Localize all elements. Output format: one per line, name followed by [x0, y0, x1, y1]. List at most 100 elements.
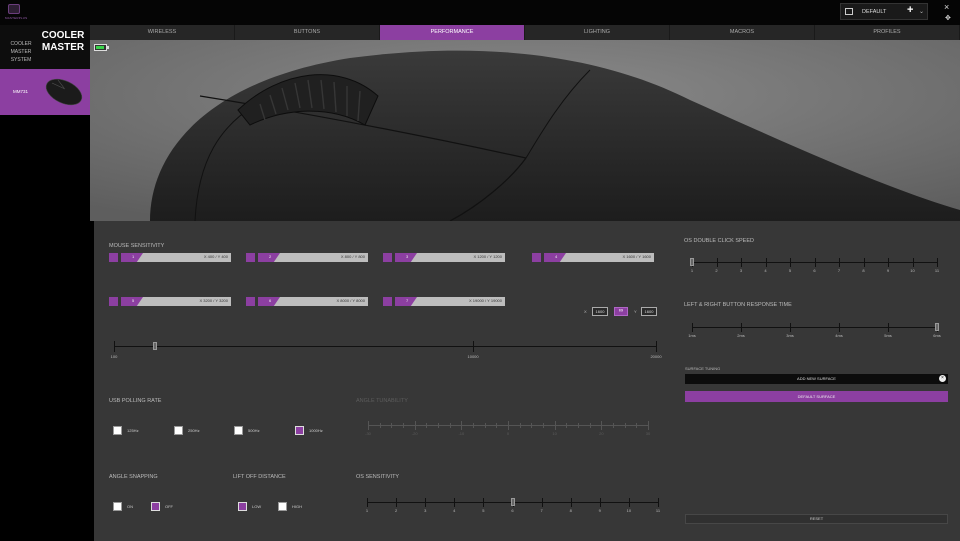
close-icon[interactable]: × [944, 3, 949, 12]
slider-tick [863, 258, 865, 267]
option-checkbox[interactable] [234, 426, 243, 435]
slider-tick [496, 423, 498, 428]
dpi-stage[interactable]: 2 X 800 / Y 800 [246, 253, 381, 263]
option-label: 250Hz [188, 428, 200, 433]
option-checkbox[interactable] [278, 502, 287, 511]
option[interactable]: 500Hz [234, 426, 284, 436]
slider-tick [578, 423, 579, 428]
dpi-stage-bar[interactable]: 1 X 400 / Y 400 [121, 253, 231, 262]
dpi-stage-number: 3 [395, 253, 417, 262]
dpi-stage-checkbox[interactable] [109, 297, 118, 306]
slider-track[interactable] [114, 346, 656, 347]
link-xy-button[interactable]: ∞ [614, 307, 628, 316]
os-double-click-title: OS DOUBLE CLICK SPEED [684, 238, 754, 244]
tab-buttons[interactable]: BUTTONS [235, 25, 380, 40]
slider-track[interactable] [692, 327, 937, 328]
profile-select[interactable]: DEFAULT + ⌄ [840, 3, 928, 20]
response-time-title: LEFT & RIGHT BUTTON RESPONSE TIME [684, 302, 792, 308]
option-checkbox[interactable] [238, 502, 247, 511]
reset-button[interactable]: RESET [685, 514, 948, 524]
option[interactable]: 250Hz [174, 426, 224, 436]
dpi-stage-bar[interactable]: 6 X 8000 / Y 8000 [258, 297, 368, 306]
slider-tick [613, 423, 614, 428]
option[interactable]: OFF [151, 502, 201, 512]
performance-panel: MOUSE SENSITIVITY X 1600 ∞ Y 1600 OS DOU… [94, 221, 960, 541]
dpi-stage-bar[interactable]: 7 X 19000 / Y 19000 [395, 297, 505, 306]
dpi-stage[interactable]: 6 X 8000 / Y 8000 [246, 297, 381, 307]
dpi-stage-value: X 19000 / Y 19000 [469, 298, 502, 303]
system-label: COOLER MASTER SYSTEM [10, 41, 32, 63]
option[interactable]: 1000Hz [295, 426, 345, 436]
slider-tick [531, 423, 533, 428]
dpi-slider-handle[interactable] [152, 342, 157, 350]
slider-tick [403, 423, 404, 428]
slider-handle[interactable] [935, 323, 939, 331]
slider-tick [912, 258, 914, 267]
close-icon[interactable]: × [939, 375, 946, 382]
slider-tick [483, 498, 485, 507]
slider-tick-label: 10 [552, 431, 557, 436]
dpi-stage-number: 1 [121, 253, 143, 262]
angle-snapping-title: ANGLE SNAPPING [109, 474, 158, 480]
mouse-render [90, 40, 960, 221]
slider-tick [508, 421, 509, 430]
dpi-stage-bar[interactable]: 4 X 1600 / Y 1600 [544, 253, 654, 262]
chevron-down-icon[interactable]: ⌄ [919, 8, 924, 15]
mouse-sensitivity-title: MOUSE SENSITIVITY [109, 243, 165, 249]
dpi-stage[interactable]: 7 X 19000 / Y 19000 [383, 297, 518, 307]
slider-tick-label: 10 [626, 508, 632, 513]
dpi-stage-number: 4 [544, 253, 566, 262]
option-checkbox[interactable] [113, 502, 122, 511]
tab-performance[interactable]: PERFORMANCE [380, 25, 525, 40]
dpi-stage-bar[interactable]: 3 X 1200 / Y 1200 [395, 253, 505, 262]
y-value-input[interactable]: 1600 [641, 307, 657, 316]
add-profile-button[interactable]: + [907, 4, 913, 16]
slider-tick [636, 423, 638, 428]
x-value-input[interactable]: 1600 [592, 307, 608, 316]
add-new-surface-button[interactable]: ADD NEW SURFACE × [685, 374, 948, 384]
dpi-stage[interactable]: 5 X 3200 / Y 3200 [109, 297, 244, 307]
dpi-stage-checkbox[interactable] [246, 253, 255, 262]
sidebar-item-device[interactable]: MM731 [0, 69, 90, 115]
slider-tick-label: 7 [837, 268, 841, 273]
dpi-stage-checkbox[interactable] [246, 297, 255, 306]
slider-handle[interactable] [510, 498, 515, 506]
slider-tick [570, 498, 572, 507]
dpi-stage[interactable]: 4 X 1600 / Y 1600 [532, 253, 667, 263]
slider-tick-label: 6 [511, 508, 514, 513]
option-checkbox[interactable] [151, 502, 160, 511]
sidebar-item-system[interactable]: COOLER MASTER SYSTEM COOLER MASTER [0, 25, 90, 69]
dpi-stage-bar[interactable]: 2 X 800 / Y 800 [258, 253, 368, 262]
dpi-stage-checkbox[interactable] [109, 253, 118, 262]
slider-tick [473, 341, 475, 352]
default-surface-button[interactable]: DEFAULT SURFACE [685, 391, 948, 402]
option-checkbox[interactable] [113, 426, 122, 435]
dpi-stage-bar[interactable]: 5 X 3200 / Y 3200 [121, 297, 231, 306]
tab-lighting[interactable]: LIGHTING [525, 25, 670, 40]
tab-macros[interactable]: MACROS [670, 25, 815, 40]
option[interactable]: HIGH [278, 502, 328, 512]
slider-tick [391, 423, 393, 428]
slider-tick [741, 258, 742, 267]
dpi-stage[interactable]: 1 X 400 / Y 400 [109, 253, 244, 263]
slider-tick-label: 5 [788, 268, 792, 273]
option[interactable]: 125Hz [113, 426, 163, 436]
slider-tick-label: 6 [813, 268, 816, 273]
dpi-stage[interactable]: 3 X 1200 / Y 1200 [383, 253, 518, 263]
dpi-stage-checkbox[interactable] [383, 297, 392, 306]
move-icon[interactable]: ✥ [945, 14, 951, 23]
slider-tick-label: 5 [482, 508, 485, 513]
slider-tick-label: 8 [862, 268, 865, 273]
dpi-stage-checkbox[interactable] [383, 253, 392, 262]
tab-profiles[interactable]: PROFILES [815, 25, 960, 40]
slider-tick [888, 323, 889, 332]
option-checkbox[interactable] [295, 426, 304, 435]
option-label: ON [127, 504, 133, 509]
tab-wireless[interactable]: WIRELESS [90, 25, 235, 40]
battery-level-fill [96, 46, 104, 49]
slider-handle[interactable] [690, 258, 694, 266]
option-checkbox[interactable] [174, 426, 183, 435]
slider-tick-label: 4ms [835, 333, 843, 338]
slider-tick [367, 498, 368, 507]
dpi-stage-checkbox[interactable] [532, 253, 541, 262]
